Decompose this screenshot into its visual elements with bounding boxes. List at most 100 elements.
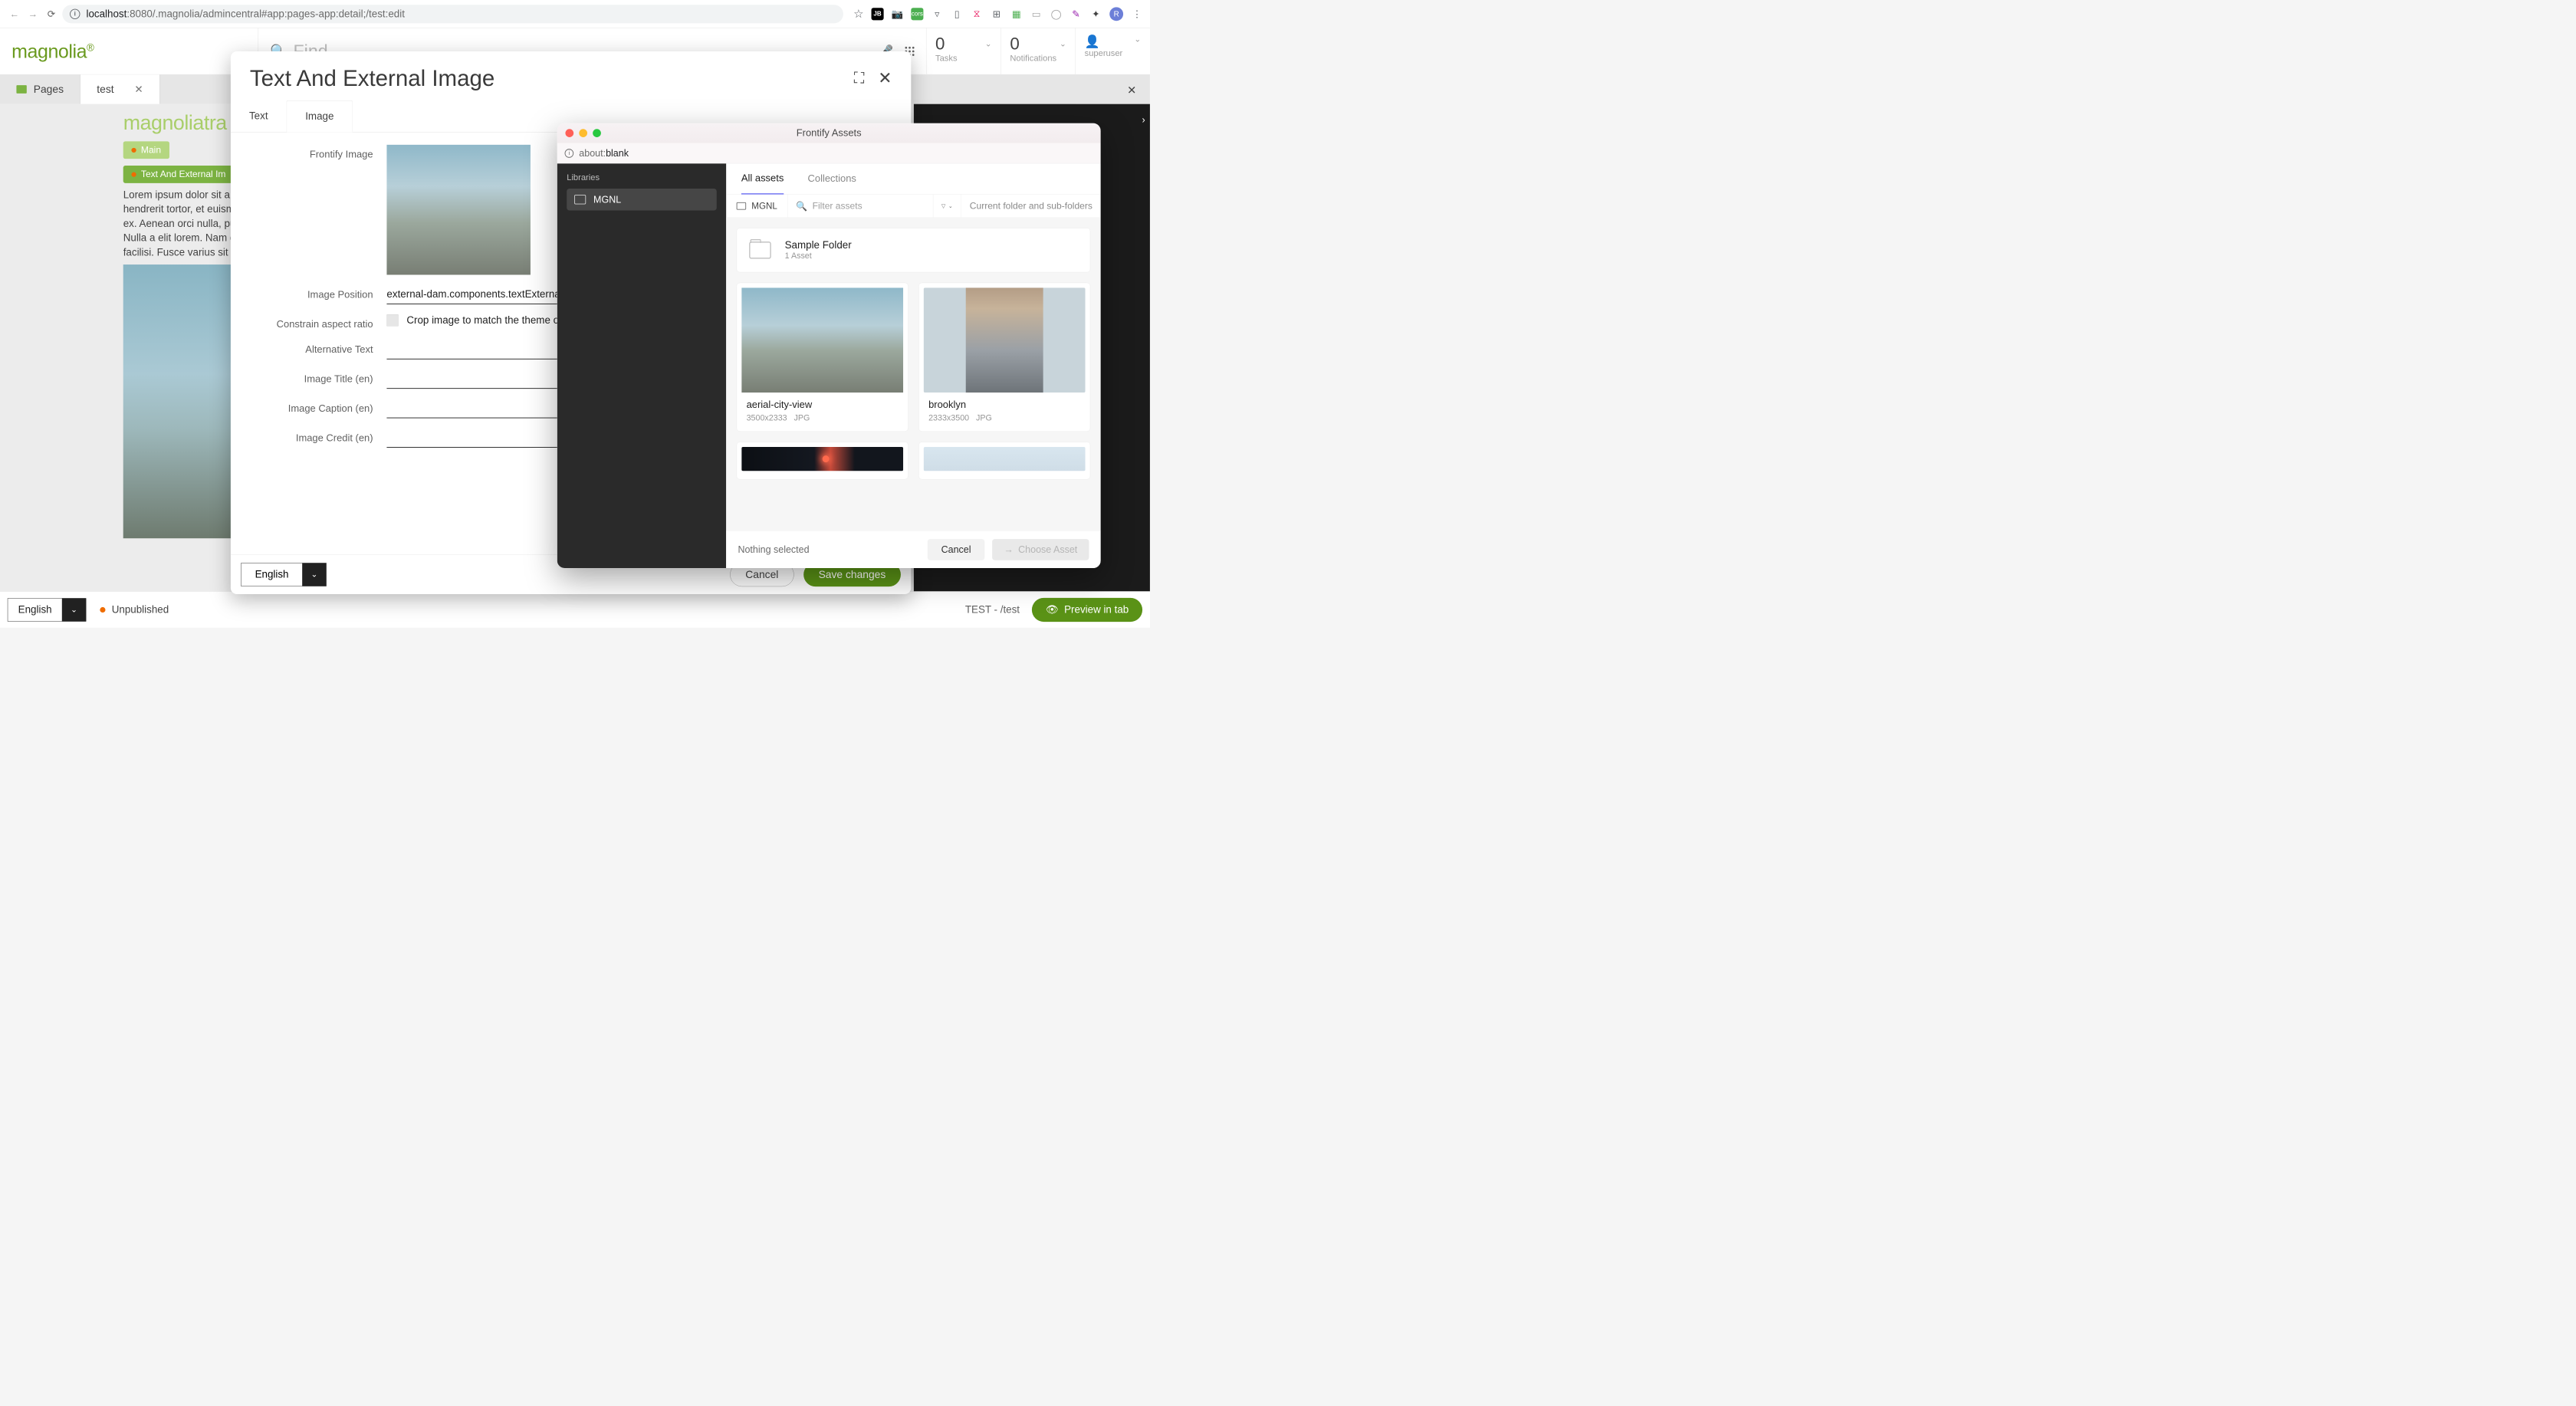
asset-format: JPG <box>976 413 992 422</box>
reload-button[interactable]: ⟳ <box>44 6 59 21</box>
extension-wand-icon[interactable]: ✎ <box>1070 8 1082 20</box>
dialog-tab-text[interactable]: Text <box>231 100 287 132</box>
pages-icon <box>16 85 26 94</box>
close-icon[interactable]: ✕ <box>878 68 892 87</box>
extension-camera-icon[interactable]: 📷 <box>891 8 903 20</box>
language-label: English <box>8 604 62 616</box>
asset-thumbnail <box>741 447 903 471</box>
search-icon: 🔍 <box>796 200 807 211</box>
popup-address-bar[interactable]: i about:blank <box>557 143 1101 164</box>
tasks-indicator[interactable]: 0⌄ Tasks <box>926 28 1001 74</box>
notifications-indicator[interactable]: 0⌄ Notifications <box>1001 28 1075 74</box>
address-bar[interactable]: i localhost:8080/.magnolia/admincentral#… <box>62 5 843 23</box>
extension-chat-icon[interactable]: ▭ <box>1030 8 1043 20</box>
scope-selector[interactable]: Current folder and sub-folders <box>961 195 1101 218</box>
preview-button-label: Preview in tab <box>1064 604 1129 616</box>
chevron-down-icon: ⌄ <box>1134 34 1141 49</box>
component-chip-text-external-image[interactable]: Text And External Im <box>123 166 234 183</box>
extension-merge-icon[interactable]: ⧖ <box>971 8 983 20</box>
asset-card-brooklyn[interactable]: brooklyn 2333x3500 JPG <box>918 283 1090 432</box>
site-info-icon: i <box>565 149 574 158</box>
bookmark-star-icon[interactable]: ☆ <box>853 7 864 21</box>
chevron-down-icon: ⌄ <box>948 202 953 209</box>
user-menu[interactable]: 👤⌄ superuser <box>1076 28 1150 74</box>
library-item-mgnl[interactable]: MGNL <box>567 189 717 211</box>
area-chip-main[interactable]: Main <box>123 141 169 159</box>
field-label-constrain: Constrain aspect ratio <box>250 314 387 330</box>
close-icon[interactable]: ✕ <box>134 84 143 96</box>
extension-cors-icon[interactable]: cors <box>911 8 923 20</box>
asset-card-aerial-city-view[interactable]: aerial-city-view 3500x2333 JPG <box>737 283 909 432</box>
browser-menu-icon[interactable]: ⋮ <box>1131 8 1143 20</box>
filter-assets-input[interactable]: 🔍 Filter assets <box>788 195 933 218</box>
tab-test[interactable]: test ✕ <box>80 74 160 103</box>
site-info-icon[interactable]: i <box>70 8 80 18</box>
breadcrumb-mgnl[interactable]: MGNL <box>726 195 787 218</box>
tab-pages-label: Pages <box>34 83 64 95</box>
asset-dimensions: 2333x3500 <box>928 413 969 422</box>
selection-status: Nothing selected <box>738 544 927 555</box>
asset-thumbnail <box>924 447 1086 471</box>
field-label-frontify-image: Frontify Image <box>250 145 387 160</box>
extension-table-icon[interactable]: ⊞ <box>991 8 1003 20</box>
asset-name: aerial-city-view <box>747 399 899 411</box>
constrain-checkbox[interactable] <box>386 314 398 326</box>
brand-text: magnolia <box>12 41 87 62</box>
forward-button[interactable]: → <box>25 6 41 21</box>
field-label-image-title: Image Title (en) <box>250 370 387 385</box>
library-icon <box>574 195 586 204</box>
asset-dimensions: 3500x2333 <box>747 413 787 422</box>
close-workspace-icon[interactable]: ✕ <box>1127 84 1136 97</box>
filter-options-button[interactable]: ▽ ⌄ <box>933 195 961 218</box>
frontify-image-preview[interactable] <box>386 145 530 275</box>
filter-placeholder: Filter assets <box>813 201 863 212</box>
extension-jb-icon[interactable]: JB <box>872 8 884 20</box>
chevron-down-icon: ⌄ <box>985 38 992 48</box>
asset-card-partial-1[interactable] <box>737 442 909 479</box>
preview-in-tab-button[interactable]: 👁 Preview in tab <box>1032 598 1142 622</box>
frontify-footer: Nothing selected Cancel → Choose Asset <box>726 531 1100 568</box>
asset-card-partial-2[interactable] <box>918 442 1090 479</box>
folder-item-sample-folder[interactable]: Sample Folder 1 Asset <box>737 228 1091 272</box>
notifications-count: 0 <box>1010 34 1019 54</box>
language-selector-page[interactable]: English ⌄ <box>8 598 87 621</box>
url-path: :8080/.magnolia/admincentral#app:pages-a… <box>127 8 405 19</box>
back-button[interactable]: ← <box>7 6 22 21</box>
tab-pages[interactable]: Pages <box>0 74 80 103</box>
extension-device-icon[interactable]: ▯ <box>951 8 963 20</box>
field-label-image-caption: Image Caption (en) <box>250 399 387 415</box>
extension-sheets-icon[interactable]: ▦ <box>1010 8 1023 20</box>
tasks-count: 0 <box>935 34 945 54</box>
tab-collections[interactable]: Collections <box>808 163 856 194</box>
popup-titlebar: Frontify Assets <box>557 123 1101 143</box>
chevron-down-icon: ⌄ <box>302 563 326 586</box>
extension-circle-icon[interactable]: ◯ <box>1050 8 1063 20</box>
language-selector-dialog[interactable]: English ⌄ <box>241 563 327 586</box>
expand-icon[interactable]: ⛶ <box>854 70 865 87</box>
extension-vue-icon[interactable]: ▿ <box>931 8 943 20</box>
folder-icon <box>749 241 771 258</box>
constrain-description: Crop image to match the theme of t <box>406 314 567 326</box>
library-label: MGNL <box>593 194 621 205</box>
folder-meta: 1 Asset <box>785 251 852 261</box>
dialog-tab-image[interactable]: Image <box>287 100 353 133</box>
extensions-puzzle-icon[interactable]: ✦ <box>1089 8 1102 20</box>
folder-name: Sample Folder <box>785 239 852 251</box>
status-dot <box>100 607 106 613</box>
asset-thumbnail <box>741 287 903 393</box>
asset-thumbnail <box>966 287 1043 393</box>
cancel-button[interactable]: Cancel <box>928 539 985 560</box>
field-label-image-position: Image Position <box>250 285 387 301</box>
tab-all-assets[interactable]: All assets <box>741 163 784 194</box>
chevron-down-icon: ⌄ <box>1060 38 1066 48</box>
profile-avatar[interactable]: R <box>1109 7 1123 21</box>
brand-logo[interactable]: magnolia® <box>0 28 258 74</box>
chevron-right-icon[interactable]: › <box>1142 114 1145 125</box>
browser-chrome: ← → ⟳ i localhost:8080/.magnolia/admince… <box>0 0 1150 28</box>
chevron-down-icon: ⌄ <box>62 598 86 621</box>
publication-status: Unpublished <box>100 604 169 616</box>
page-status-bar: English ⌄ Unpublished TEST - /test 👁 Pre… <box>0 591 1150 627</box>
user-icon: 👤 <box>1085 34 1100 49</box>
funnel-icon: ▽ <box>941 202 945 209</box>
choose-asset-button[interactable]: → Choose Asset <box>992 539 1089 560</box>
